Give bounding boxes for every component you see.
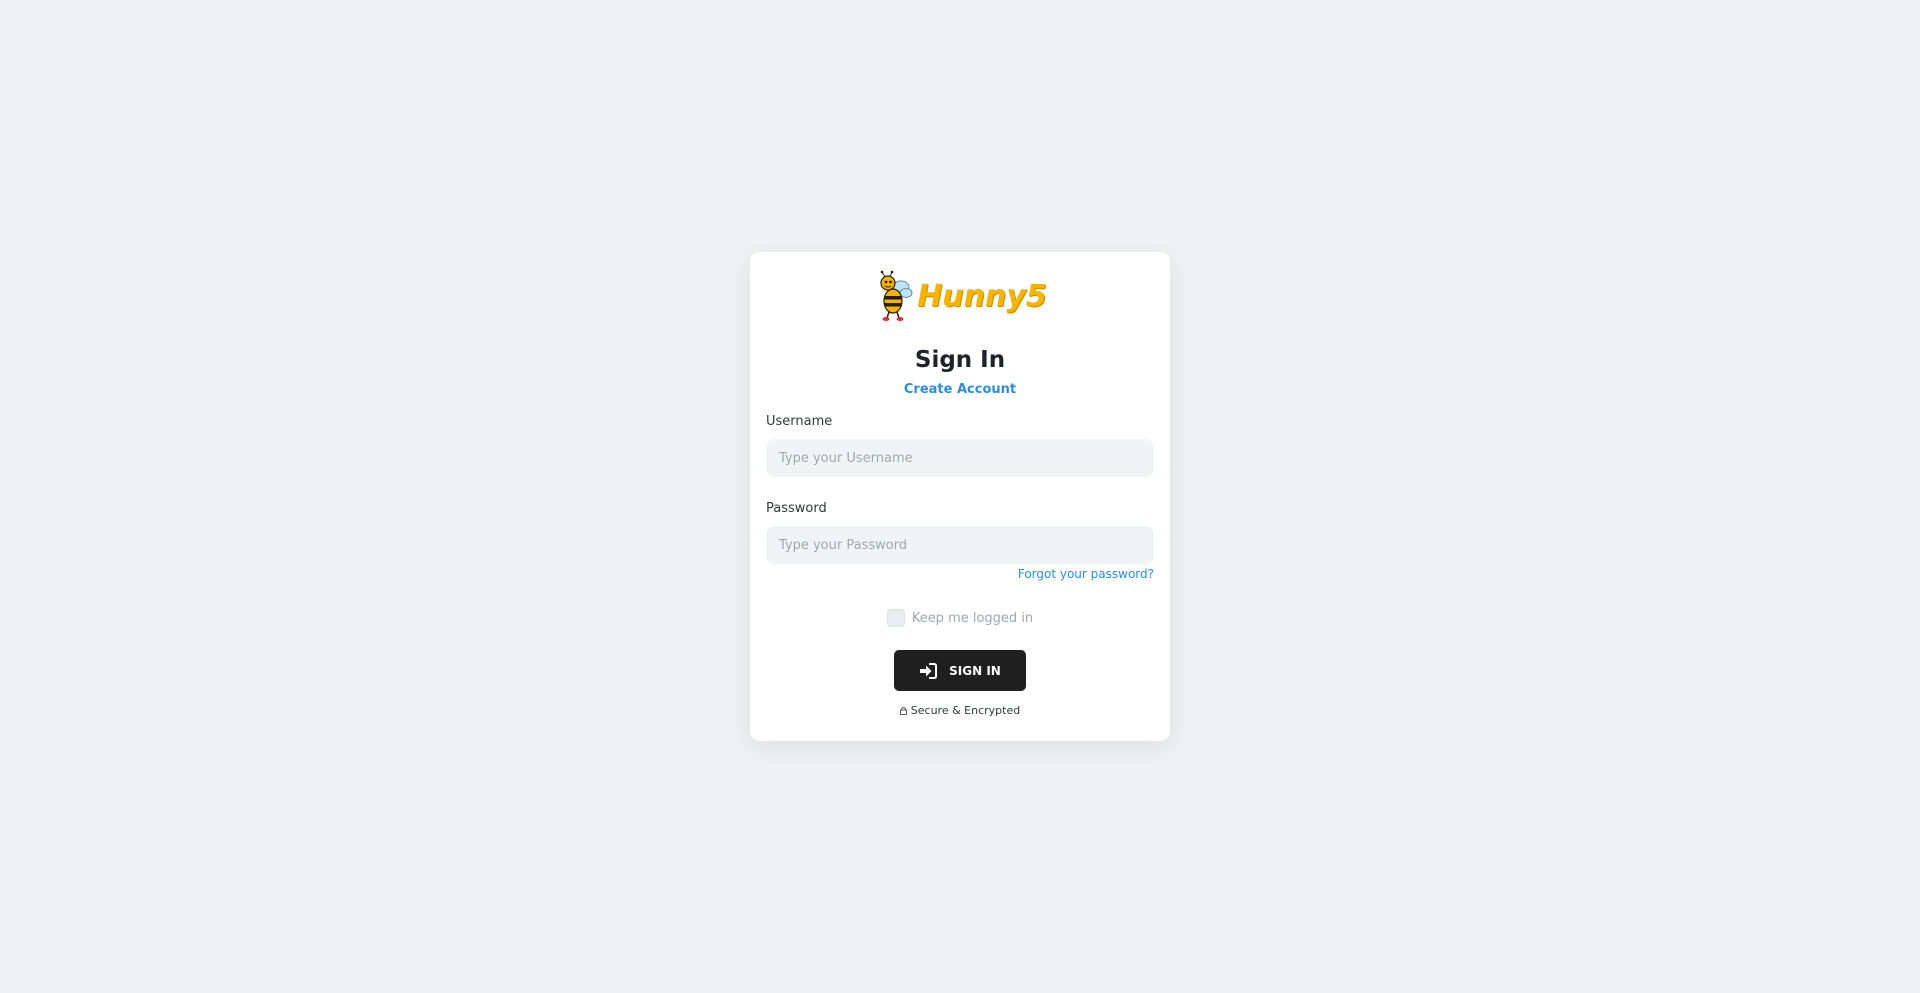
create-account-link[interactable]: Create Account [750,382,1170,397]
password-label: Password [766,501,827,516]
brand-logo: Hunny5 [750,270,1170,322]
username-label: Username [766,414,833,429]
sign-in-icon [919,662,938,679]
keep-logged-in-row: Keep me logged in [750,609,1170,627]
secure-note: Secure & Encrypted [750,704,1170,717]
password-input[interactable] [766,526,1154,564]
brand-name: Hunny5 [917,278,1047,314]
forgot-password-link[interactable]: Forgot your password? [1018,567,1154,581]
keep-logged-in-label[interactable]: Keep me logged in [912,611,1033,626]
lock-icon [899,706,907,715]
sign-in-button[interactable]: SIGN IN [894,650,1026,691]
bee-mascot-icon [873,270,913,322]
sign-in-label: SIGN IN [949,663,1001,678]
keep-logged-in-checkbox[interactable] [886,609,905,627]
login-card: Hunny5 Sign In Create Account Username P… [750,252,1170,741]
page-title: Sign In [914,347,1006,373]
secure-note-label: Secure & Encrypted [910,704,1021,717]
username-input[interactable] [766,439,1154,477]
